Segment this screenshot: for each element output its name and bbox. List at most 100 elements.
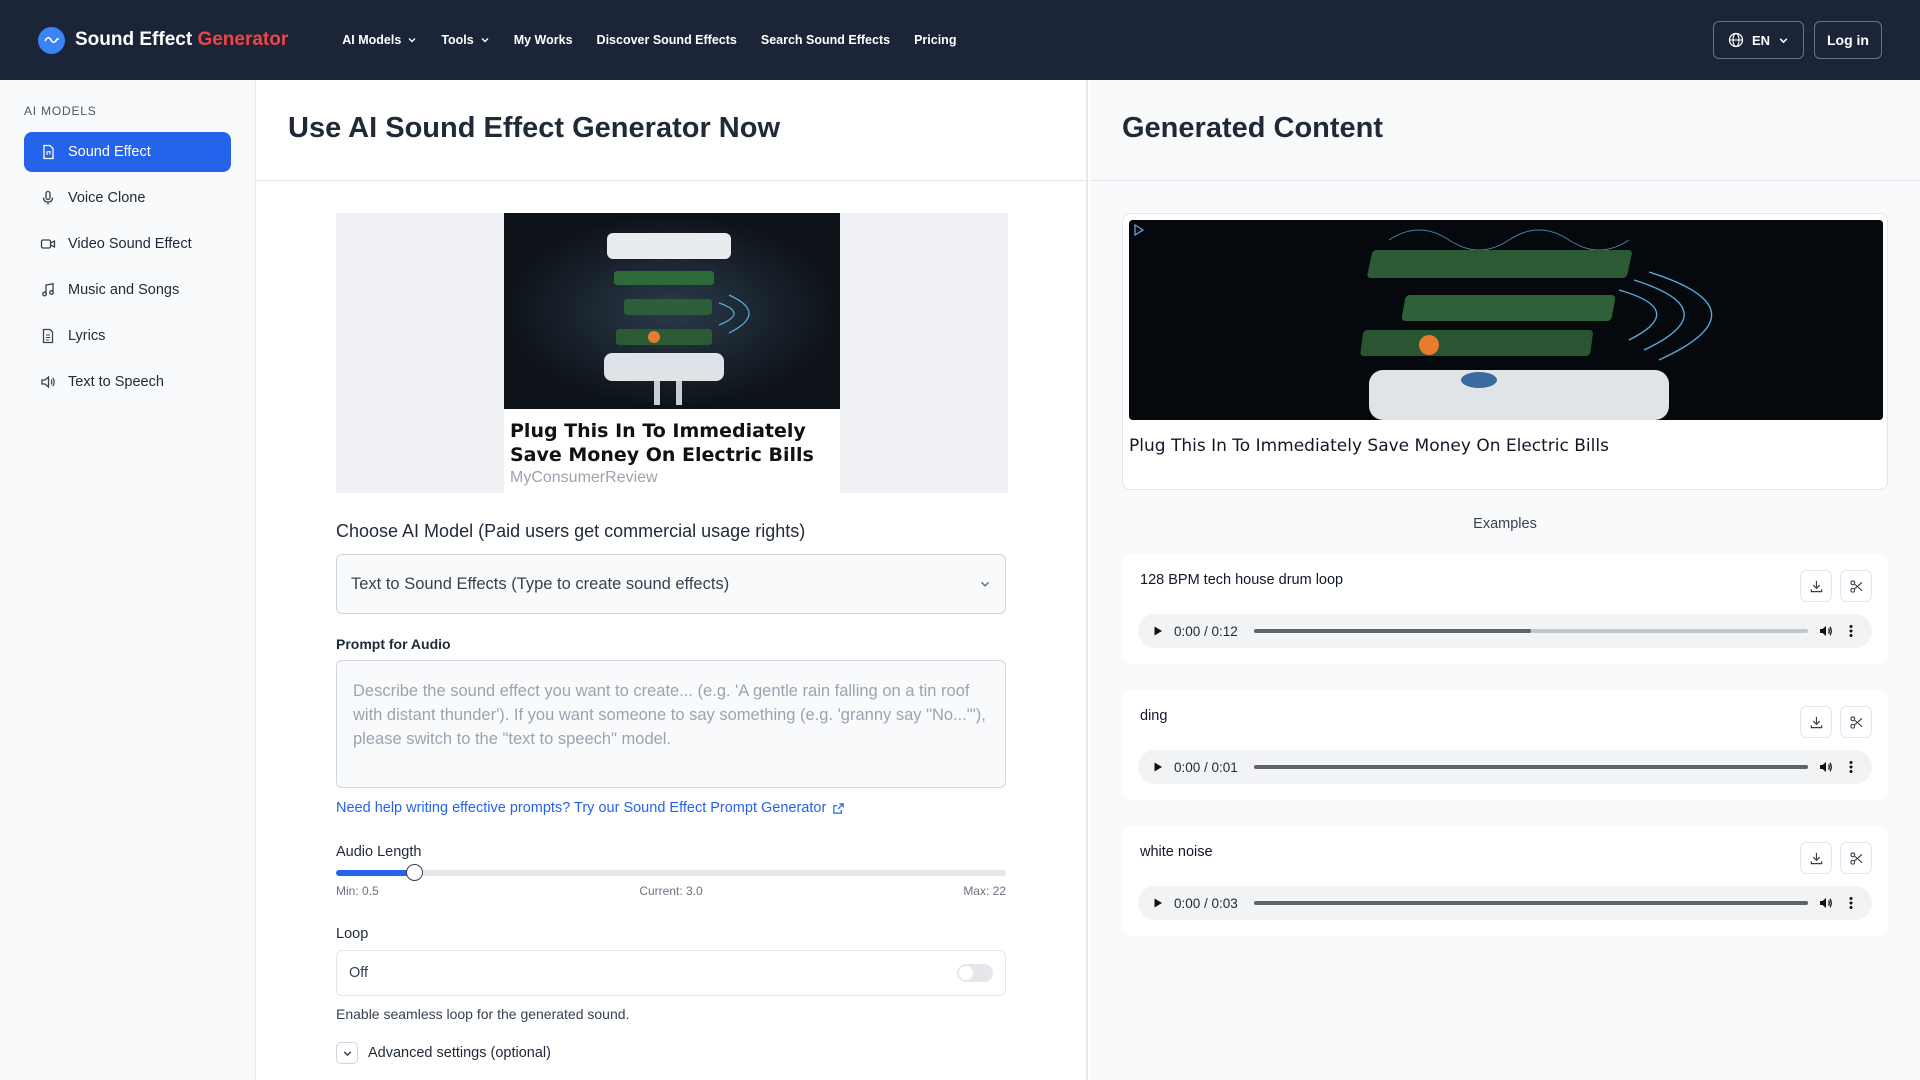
microphone-icon	[42, 190, 54, 205]
ad-headline[interactable]: Plug This In To Immediately Save Money O…	[504, 409, 840, 467]
generator-form: Plug This In To Immediately Save Money O…	[256, 181, 1086, 1064]
advertisement-banner[interactable]: Plug This In To Immediately Save Money O…	[336, 213, 1008, 493]
nav-search-sound-effects[interactable]: Search Sound Effects	[761, 33, 890, 47]
loop-label: Loop	[336, 926, 369, 942]
buffered-range	[1253, 629, 1531, 633]
chevron-down-icon	[980, 581, 990, 587]
download-button[interactable]	[1800, 570, 1832, 602]
ad-creative[interactable]: Plug This In To Immediately Save Money O…	[504, 213, 840, 493]
sound-file-icon	[43, 144, 54, 160]
nav-ai-models[interactable]: AI Models	[342, 33, 417, 47]
progress-bar[interactable]	[1253, 765, 1808, 769]
more-options-icon[interactable]	[1844, 895, 1858, 911]
nav-discover-sound-effects[interactable]: Discover Sound Effects	[597, 33, 737, 47]
chevron-down-icon	[336, 1042, 358, 1064]
examples-heading: Examples	[1473, 516, 1537, 532]
trim-button[interactable]	[1840, 842, 1872, 874]
player-time: 0:00 / 0:12	[1174, 623, 1238, 639]
slider-max: Max: 22	[963, 884, 1006, 898]
sidebar-item-music-and-songs[interactable]: Music and Songs	[24, 270, 231, 310]
globe-icon	[1728, 32, 1744, 48]
slider-min: Min: 0.5	[336, 884, 379, 898]
prompt-textarea[interactable]: Describe the sound effect you want to cr…	[336, 660, 1006, 788]
generator-form-panel: Use AI Sound Effect Generator Now Plug T…	[256, 80, 1088, 1080]
volume-icon[interactable]	[1818, 623, 1834, 639]
chevron-down-icon	[1779, 37, 1788, 43]
main-nav: AI Models Tools My Works Discover Sound …	[342, 33, 956, 47]
chevron-down-icon	[408, 38, 416, 43]
volume-icon[interactable]	[1818, 895, 1834, 911]
loop-help-text: Enable seamless loop for the generated s…	[336, 1006, 630, 1022]
brand-logo-link[interactable]: Sound Effect Generator	[38, 26, 289, 54]
generated-ad-caption[interactable]: Plug This In To Immediately Save Money O…	[1129, 420, 1881, 456]
generated-body: Plug This In To Immediately Save Money O…	[1090, 181, 1920, 936]
progress-bar[interactable]	[1253, 901, 1808, 905]
slider-thumb[interactable]	[405, 864, 423, 881]
example-title: white noise	[1140, 844, 1213, 860]
ai-model-selected-value: Text to Sound Effects (Type to create so…	[351, 574, 730, 593]
toggle-knob	[959, 966, 973, 980]
advanced-settings-toggle[interactable]: Advanced settings (optional)	[336, 1042, 1006, 1064]
prompt-generator-link[interactable]: Need help writing effective prompts? Try…	[336, 800, 1006, 816]
play-icon[interactable]	[1152, 625, 1164, 637]
sidebar-item-sound-effect[interactable]: Sound Effect	[24, 132, 231, 172]
audio-length-label: Audio Length	[336, 844, 422, 860]
slider-scale: Min: 0.5 Current: 3.0 Max: 22	[336, 884, 1006, 898]
generator-header: Use AI Sound Effect Generator Now	[256, 80, 1086, 181]
more-options-icon[interactable]	[1844, 623, 1858, 639]
brand-name: Sound Effect Generator	[75, 29, 289, 50]
chevron-down-icon	[481, 38, 489, 43]
example-title: ding	[1140, 708, 1168, 724]
prompt-label: Prompt for Audio	[336, 636, 451, 652]
example-card: white noise 0:00 / 0:03	[1122, 826, 1888, 936]
progress-bar[interactable]	[1253, 629, 1808, 633]
ad-choices-icon[interactable]	[1133, 224, 1145, 236]
sidebar-item-text-to-speech[interactable]: Text to Speech	[24, 362, 231, 402]
trim-button[interactable]	[1840, 706, 1872, 738]
nav-tools[interactable]: Tools	[441, 33, 489, 47]
download-icon	[1810, 852, 1822, 864]
login-button[interactable]: Log in	[1814, 21, 1882, 59]
speaker-icon	[41, 375, 55, 389]
sidebar-item-lyrics[interactable]: Lyrics	[24, 316, 231, 356]
more-options-icon[interactable]	[1844, 759, 1858, 775]
nav-pricing[interactable]: Pricing	[914, 33, 956, 47]
volume-icon[interactable]	[1818, 759, 1834, 775]
play-icon[interactable]	[1152, 897, 1164, 909]
sidebar-heading: AI MODELS	[24, 104, 97, 118]
top-navigation-bar: Sound Effect Generator AI Models Tools M…	[0, 0, 1920, 80]
download-button[interactable]	[1800, 842, 1832, 874]
sidebar-item-video-sound-effect[interactable]: Video Sound Effect	[24, 224, 231, 264]
ai-model-select[interactable]: Text to Sound Effects (Type to create so…	[336, 554, 1006, 614]
model-select-label: Choose AI Model (Paid users get commerci…	[336, 521, 806, 541]
scissors-icon	[1849, 715, 1862, 729]
slider-fill	[336, 870, 414, 876]
example-card: ding 0:00 / 0:01	[1122, 690, 1888, 800]
ad-image	[504, 213, 840, 409]
scissors-icon	[1849, 851, 1862, 865]
download-icon	[1810, 580, 1822, 592]
slider-current: Current: 3.0	[639, 884, 703, 898]
audio-player: 0:00 / 0:01	[1138, 750, 1872, 784]
ai-models-sidebar: AI MODELS Sound Effect Voice Clone Video…	[0, 80, 256, 1080]
download-button[interactable]	[1800, 706, 1832, 738]
language-selector[interactable]: EN	[1712, 21, 1804, 59]
buffered-range	[1253, 901, 1808, 905]
waveform-logo-icon	[38, 26, 65, 54]
generated-ad-card[interactable]: Plug This In To Immediately Save Money O…	[1122, 213, 1888, 490]
download-icon	[1810, 716, 1822, 728]
example-card: 128 BPM tech house drum loop 0:00 / 0:12	[1122, 554, 1888, 664]
play-icon[interactable]	[1152, 761, 1164, 773]
trim-button[interactable]	[1840, 570, 1872, 602]
loop-toggle[interactable]	[957, 964, 993, 982]
sidebar-item-voice-clone[interactable]: Voice Clone	[24, 178, 231, 218]
player-time: 0:00 / 0:03	[1174, 895, 1238, 911]
audio-length-slider[interactable]	[336, 864, 1006, 881]
nav-my-works[interactable]: My Works	[514, 33, 573, 47]
player-time: 0:00 / 0:01	[1174, 759, 1238, 775]
generated-header: Generated Content	[1090, 80, 1920, 181]
header-actions: EN Log in	[1712, 21, 1882, 59]
document-icon	[42, 328, 54, 344]
generated-content-panel: Generated Content Plug This In To Immedi…	[1090, 80, 1920, 1080]
external-link-icon	[833, 802, 845, 814]
